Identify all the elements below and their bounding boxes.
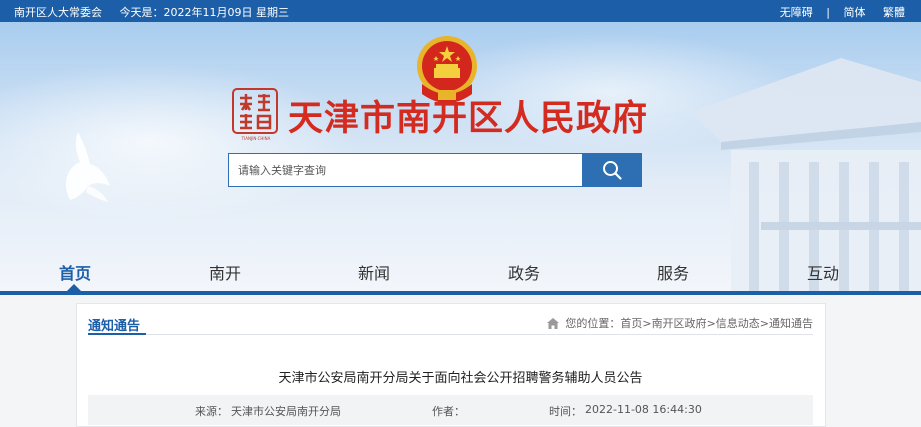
section-divider bbox=[88, 334, 813, 335]
nav-item-nankai[interactable]: 南开 bbox=[190, 260, 260, 284]
home-icon bbox=[547, 318, 560, 329]
top-utility-bar: 南开区人大常委会 今天是：2022年11月09日 星期三 无障碍 | 简体 繁體 bbox=[0, 0, 921, 22]
simplified-chinese-link[interactable]: 简体 bbox=[844, 6, 866, 19]
breadcrumb-prefix: 您的位置： bbox=[565, 317, 621, 330]
traditional-chinese-link[interactable]: 繁體 bbox=[883, 6, 905, 19]
author-label: 作者： bbox=[432, 405, 465, 418]
nav-item-home[interactable]: 首页 bbox=[40, 260, 110, 284]
article-meta: 来源： 天津市公安局南开分局 作者： 时间： 2022-11-08 16:44:… bbox=[88, 395, 813, 425]
section-title-underline bbox=[88, 333, 146, 335]
nav-item-services[interactable]: 服务 bbox=[638, 260, 708, 284]
section-title[interactable]: 通知通告 bbox=[88, 315, 140, 334]
source-label: 来源： bbox=[195, 405, 228, 418]
logo-caption: TIANJIN·CHINA bbox=[241, 136, 271, 141]
nav-item-government-affairs[interactable]: 政务 bbox=[489, 260, 559, 284]
dove-icon bbox=[65, 132, 110, 202]
divider: | bbox=[826, 6, 830, 19]
time-value: 2022-11-08 16:44:30 bbox=[585, 403, 702, 416]
search-button[interactable] bbox=[582, 153, 642, 187]
breadcrumb-separator: > bbox=[759, 317, 769, 330]
current-date: 今天是：2022年11月09日 星期三 bbox=[119, 6, 289, 19]
search-input[interactable] bbox=[229, 154, 582, 186]
breadcrumb-separator: > bbox=[706, 317, 716, 330]
article-title: 天津市公安局南开分局关于面向社会公开招聘警务辅助人员公告 bbox=[278, 371, 643, 386]
nav-item-interaction[interactable]: 互动 bbox=[788, 260, 858, 284]
breadcrumb-home[interactable]: 首页 bbox=[620, 317, 642, 330]
breadcrumb-nankai-government[interactable]: 南开区政府 bbox=[652, 317, 707, 330]
tianjin-seal-logo bbox=[232, 88, 278, 134]
time-label: 时间： bbox=[549, 405, 582, 418]
site-title: 天津市南开区人民政府 bbox=[288, 98, 649, 139]
search-icon bbox=[603, 161, 622, 180]
breadcrumb-notices[interactable]: 通知通告 bbox=[769, 317, 813, 330]
active-nav-indicator bbox=[67, 284, 81, 291]
nav-item-news[interactable]: 新闻 bbox=[339, 260, 409, 284]
breadcrumb-separator: > bbox=[642, 317, 652, 330]
source-value: 天津市公安局南开分局 bbox=[231, 405, 341, 418]
accessibility-link[interactable]: 无障碍 bbox=[780, 6, 813, 19]
main-nav: 首页 南开 新闻 政务 服务 互动 bbox=[0, 250, 921, 292]
breadcrumb-info-news[interactable]: 信息动态 bbox=[716, 317, 760, 330]
breadcrumb: 您的位置：首页>南开区政府>信息动态>通知通告 bbox=[547, 315, 813, 331]
org-link[interactable]: 南开区人大常委会 bbox=[14, 6, 102, 19]
search-box bbox=[228, 153, 582, 187]
